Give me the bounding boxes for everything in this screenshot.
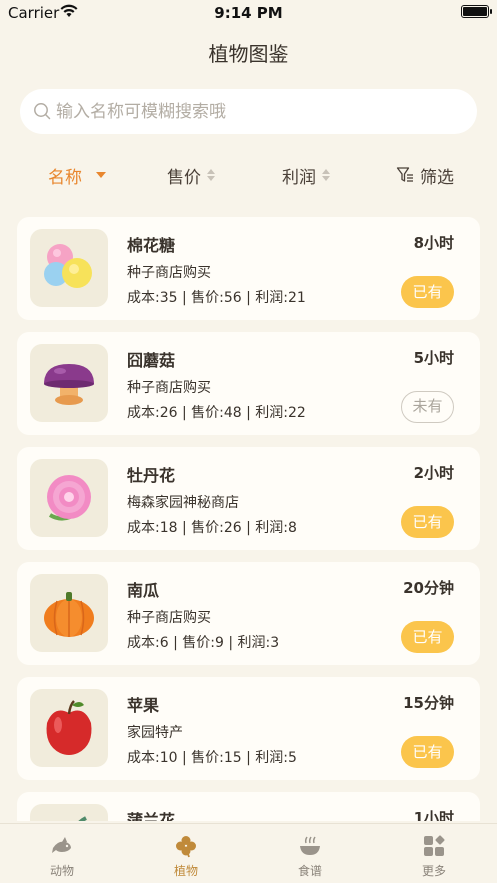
plant-list[interactable]: 棉花糖 种子商店购买 成本:35 | 售价:56 | 利润:21 8小时 已有 … [17,217,480,821]
owned-badge[interactable]: 已有 [401,736,454,768]
pumpkin-icon [44,592,94,637]
plant-stats: 成本:26 | 售价:48 | 利润:22 [127,405,306,421]
grow-time: 8小时 [413,234,454,252]
clover-icon [176,836,196,858]
status-time: 9:14 PM [214,4,283,22]
peony-icon [47,475,91,521]
plant-thumbnail [30,344,108,422]
plant-thumbnail [30,689,108,767]
plant-stats: 成本:10 | 售价:15 | 利润:5 [127,750,297,766]
not-owned-badge[interactable]: 未有 [401,391,454,423]
grow-time: 5小时 [413,349,454,367]
plant-card[interactable]: 南瓜 种子商店购买 成本:6 | 售价:9 | 利润:3 20分钟 已有 [17,562,480,665]
cotton-candy-icon [44,244,92,288]
plant-card[interactable]: 蒲兰花 1小时 [17,792,480,821]
sort-by-name[interactable]: 名称 [48,160,106,190]
tab-bar: 动物 植物 食谱 更多 [0,823,497,883]
filter-label: 筛选 [420,167,454,188]
grow-time: 15分钟 [403,694,454,712]
plant-source: 种子商店购买 [127,380,211,396]
apple-icon [46,700,92,755]
search-icon [34,103,51,120]
plant-thumbnail [30,574,108,652]
tab-label: 动物 [49,864,74,878]
plant-name: 牡丹花 [127,466,176,485]
plant-stats: 成本:6 | 售价:9 | 利润:3 [127,635,280,651]
sort-bar: 名称 售价 利润 筛选 [0,160,497,190]
owned-badge[interactable]: 已有 [401,506,454,538]
battery-fill [463,7,487,16]
filter-button[interactable]: 筛选 [396,160,454,190]
tab-recipes[interactable]: 食谱 [248,824,372,883]
caret-down-icon [96,172,106,178]
sort-arrows-icon [207,169,215,181]
grow-time: 2小时 [413,464,454,482]
bowl-icon [300,836,320,855]
plant-name: 棉花糖 [127,236,176,255]
grow-time: 1小时 [413,809,454,821]
tab-label: 食谱 [297,864,322,878]
tab-plants[interactable]: 植物 [124,824,248,883]
fish-icon [52,837,71,853]
search-box[interactable] [20,89,477,134]
search-input[interactable] [56,89,456,134]
grid-icon [424,835,445,856]
page-title: 植物图鉴 [208,42,289,66]
owned-badge[interactable]: 已有 [401,276,454,308]
tab-more[interactable]: 更多 [372,824,496,883]
plant-thumbnail [30,229,108,307]
owned-badge[interactable]: 已有 [401,621,454,653]
plant-source: 种子商店购买 [127,610,211,626]
plant-name: 囧蘑菇 [127,351,176,370]
sort-price-label: 售价 [167,167,201,188]
battery-icon [461,5,492,18]
plant-card[interactable]: 棉花糖 种子商店购买 成本:35 | 售价:56 | 利润:21 8小时 已有 [17,217,480,320]
filter-icon [396,167,413,182]
plant-source: 家园特产 [127,725,183,741]
mushroom-icon [44,364,94,405]
plant-thumbnail [30,459,108,537]
sort-by-price[interactable]: 售价 [167,160,215,190]
plant-card[interactable]: 囧蘑菇 种子商店购买 成本:26 | 售价:48 | 利润:22 5小时 未有 [17,332,480,435]
plant-name: 蒲兰花 [127,811,176,821]
plant-source: 种子商店购买 [127,265,211,281]
plant-name: 苹果 [127,696,160,715]
plant-card[interactable]: 牡丹花 梅森家园神秘商店 成本:18 | 售价:26 | 利润:8 2小时 已有 [17,447,480,550]
plant-name: 南瓜 [127,581,160,600]
status-bar: Carrier 9:14 PM [0,0,497,26]
plant-stats: 成本:35 | 售价:56 | 利润:21 [127,290,306,306]
tab-label: 更多 [421,864,446,878]
sort-name-label: 名称 [48,167,82,188]
plant-thumbnail [30,804,108,821]
tab-label: 植物 [173,864,198,878]
sort-arrows-icon [322,169,330,181]
plant-card[interactable]: 苹果 家园特产 成本:10 | 售价:15 | 利润:5 15分钟 已有 [17,677,480,780]
tab-animals[interactable]: 动物 [0,824,124,883]
plant-source: 梅森家园神秘商店 [127,495,239,511]
sort-profit-label: 利润 [282,167,316,188]
orchid-icon [78,816,87,821]
sort-by-profit[interactable]: 利润 [282,160,330,190]
grow-time: 20分钟 [403,579,454,597]
plant-stats: 成本:18 | 售价:26 | 利润:8 [127,520,297,536]
